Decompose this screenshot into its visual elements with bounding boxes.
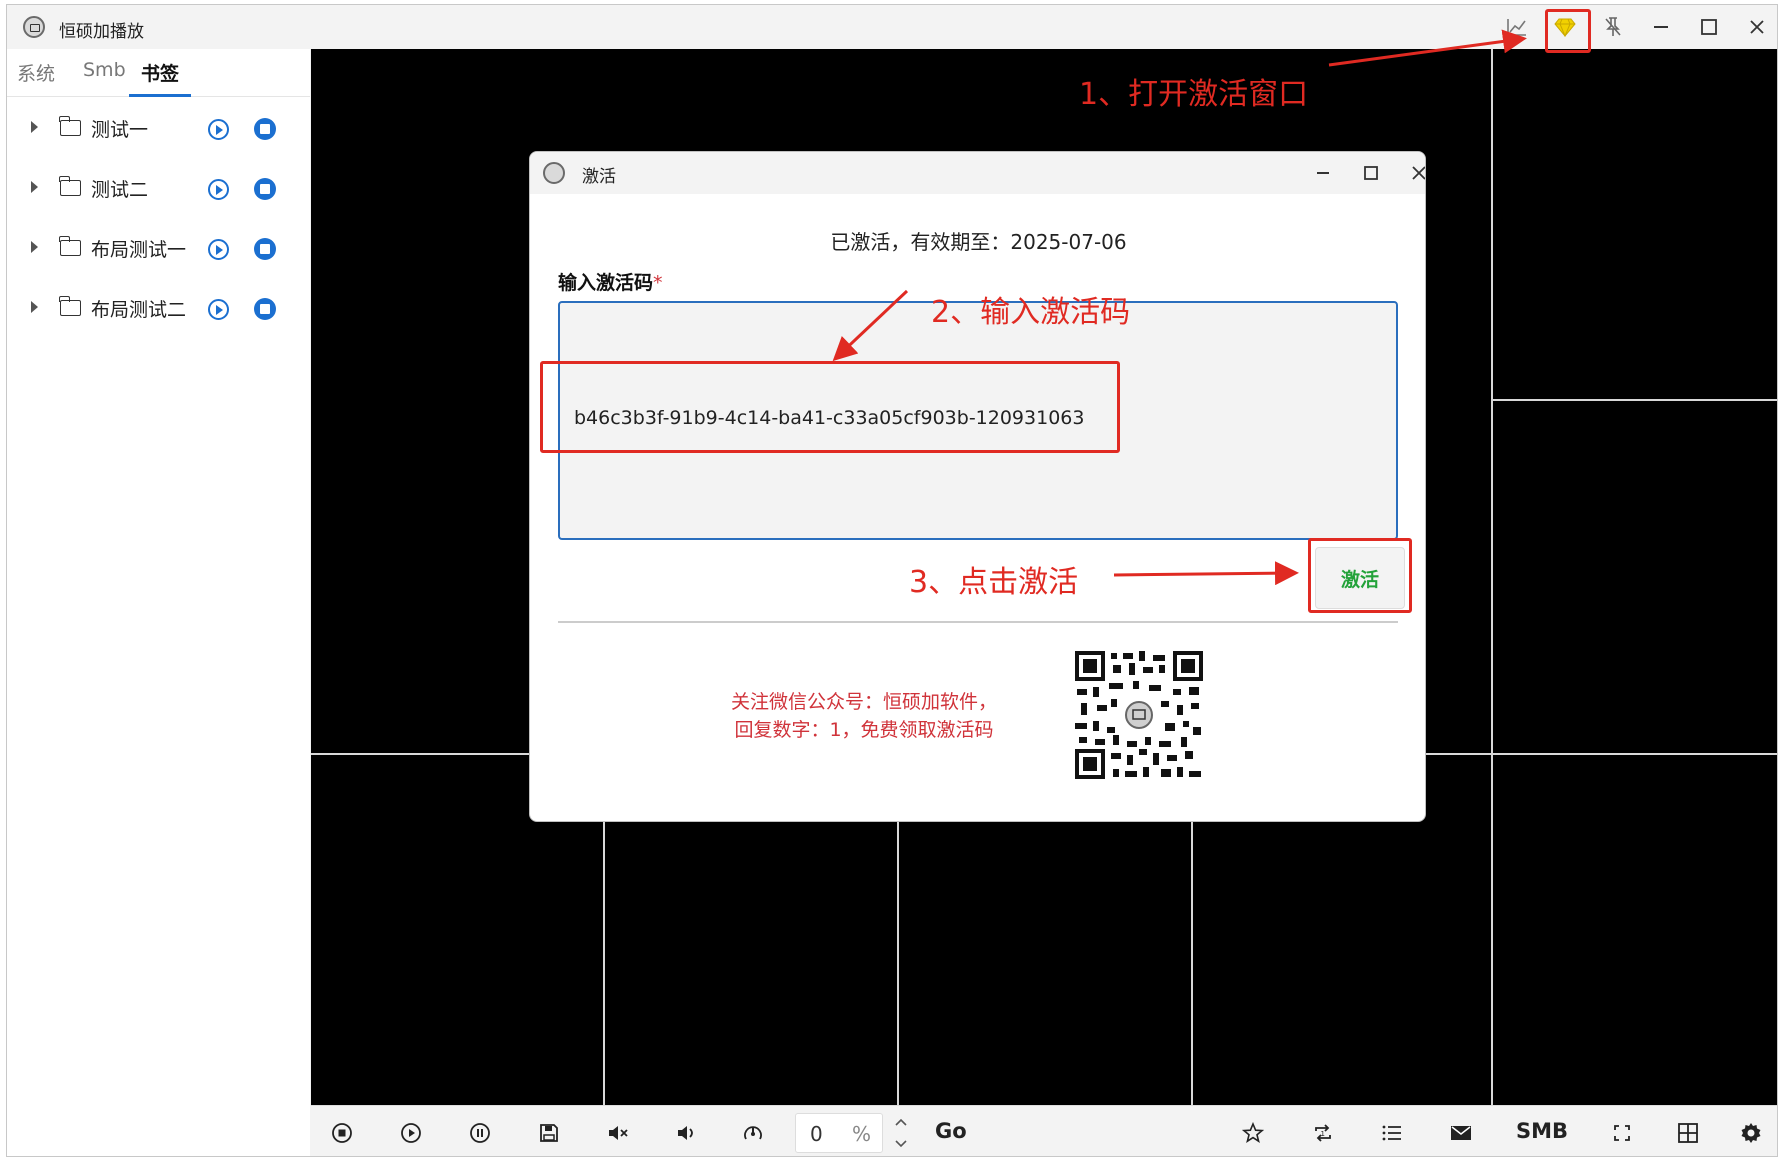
annotation-arrows [832,29,1527,586]
arrow-step2 [832,289,909,362]
arrow-step3 [1113,561,1299,586]
main-window: 恒硕加播放 系统 Smb 书签 测试一 测试二 布局测试一 布局测试二 0 % … [6,4,1778,1157]
arrow-step1 [1328,29,1527,67]
